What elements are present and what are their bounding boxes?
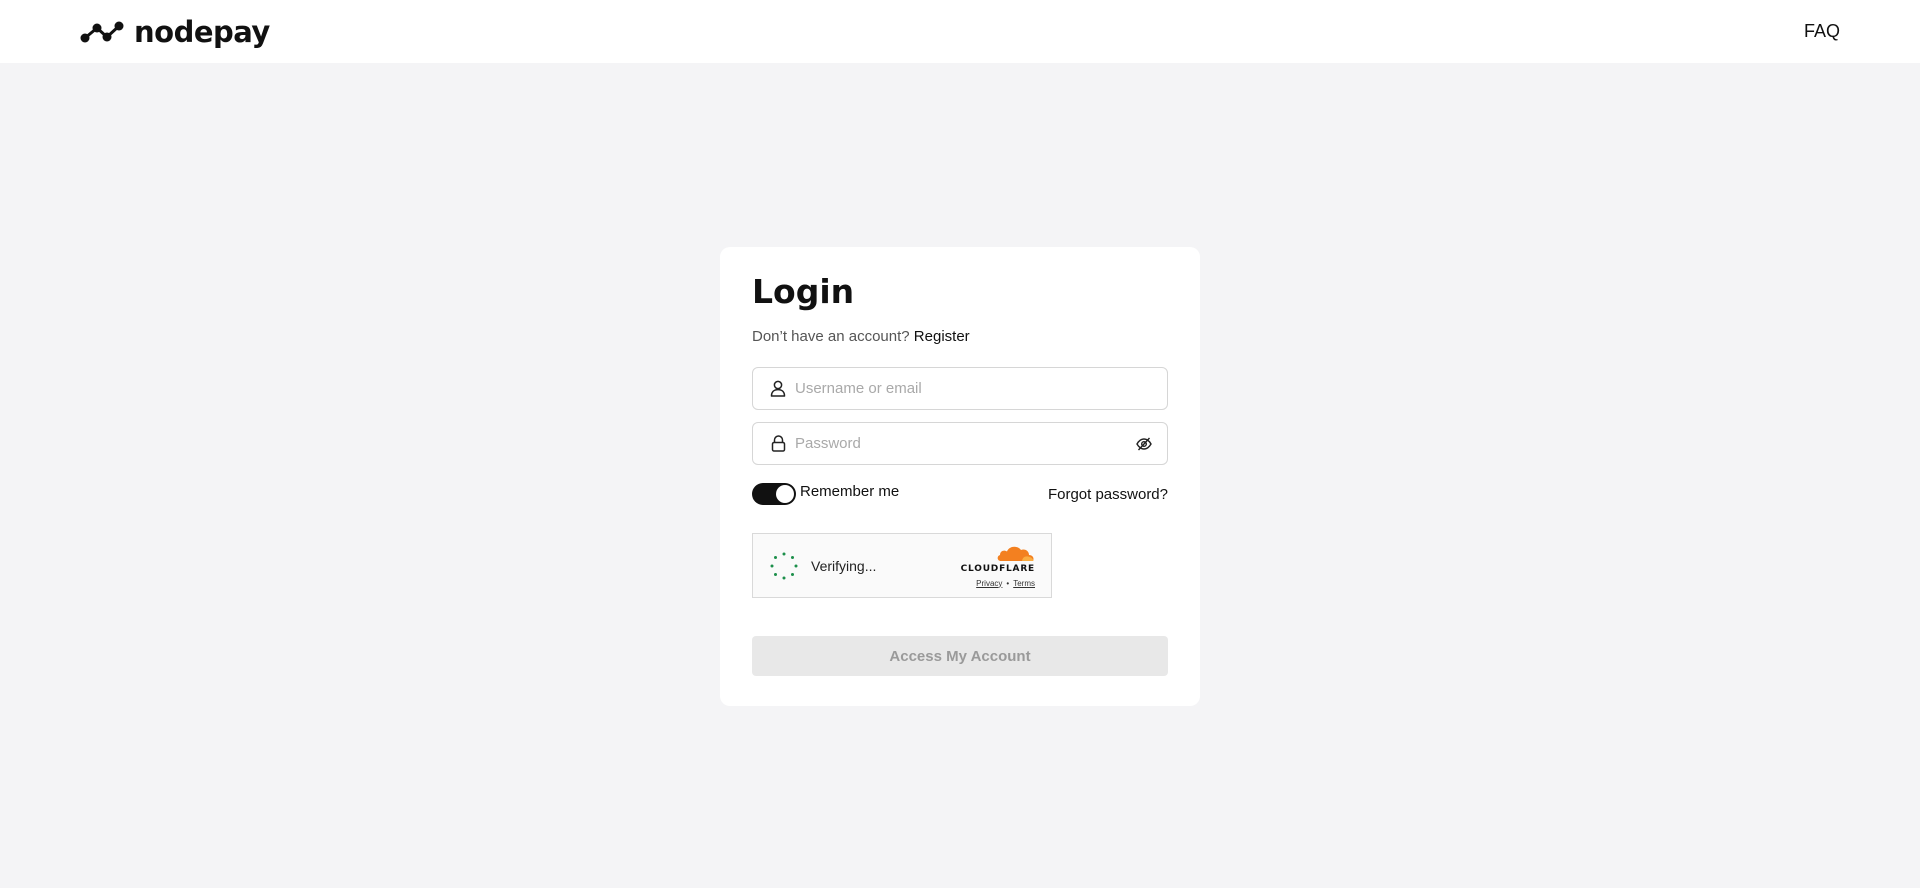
spinner-icon <box>770 552 798 579</box>
cloudflare-turnstile-widget[interactable]: Verifying... CLOUDFLARE Privacy • Terms <box>752 533 1052 598</box>
brand-name: nodepay <box>134 14 270 49</box>
cloudflare-wordmark: CLOUDFLARE <box>960 563 1035 574</box>
login-title: Login <box>752 272 855 311</box>
cloudflare-cloud-icon <box>997 546 1034 561</box>
no-account-text: Don’t have an account? <box>752 328 910 345</box>
terms-link[interactable]: Terms <box>1013 579 1035 588</box>
links-separator: • <box>1006 578 1010 588</box>
remember-me-control[interactable]: Remember me <box>752 483 899 505</box>
password-input[interactable] <box>795 423 1133 464</box>
username-input[interactable] <box>795 368 1155 409</box>
register-link[interactable]: Register <box>914 328 970 345</box>
password-field <box>752 422 1168 465</box>
nodepay-logo-icon <box>80 21 124 42</box>
captcha-status: Verifying... <box>769 551 876 581</box>
user-icon <box>769 380 787 398</box>
username-field <box>752 367 1168 410</box>
top-nav-bar: nodepay FAQ <box>0 0 1920 63</box>
toggle-knob <box>776 485 794 503</box>
cloudflare-branding: CLOUDFLARE Privacy • Terms <box>961 544 1035 588</box>
register-prompt: Don’t have an account? Register <box>752 328 1168 345</box>
access-account-button[interactable]: Access My Account <box>752 636 1168 676</box>
faq-link[interactable]: FAQ <box>1804 21 1840 42</box>
verifying-text: Verifying... <box>811 557 877 574</box>
remember-me-label: Remember me <box>800 482 900 500</box>
lock-icon <box>769 435 787 453</box>
forgot-password-link[interactable]: Forgot password? <box>1048 486 1168 503</box>
login-card: Login Don’t have an account? Register Us… <box>720 247 1200 706</box>
cloudflare-links: Privacy • Terms <box>976 579 1035 588</box>
login-options-row: Remember me Forgot password? <box>752 483 1168 505</box>
privacy-link[interactable]: Privacy <box>976 579 1002 588</box>
remember-me-toggle[interactable] <box>752 483 796 505</box>
brand-link[interactable]: nodepay <box>80 15 270 49</box>
eye-off-icon[interactable] <box>1133 433 1155 455</box>
